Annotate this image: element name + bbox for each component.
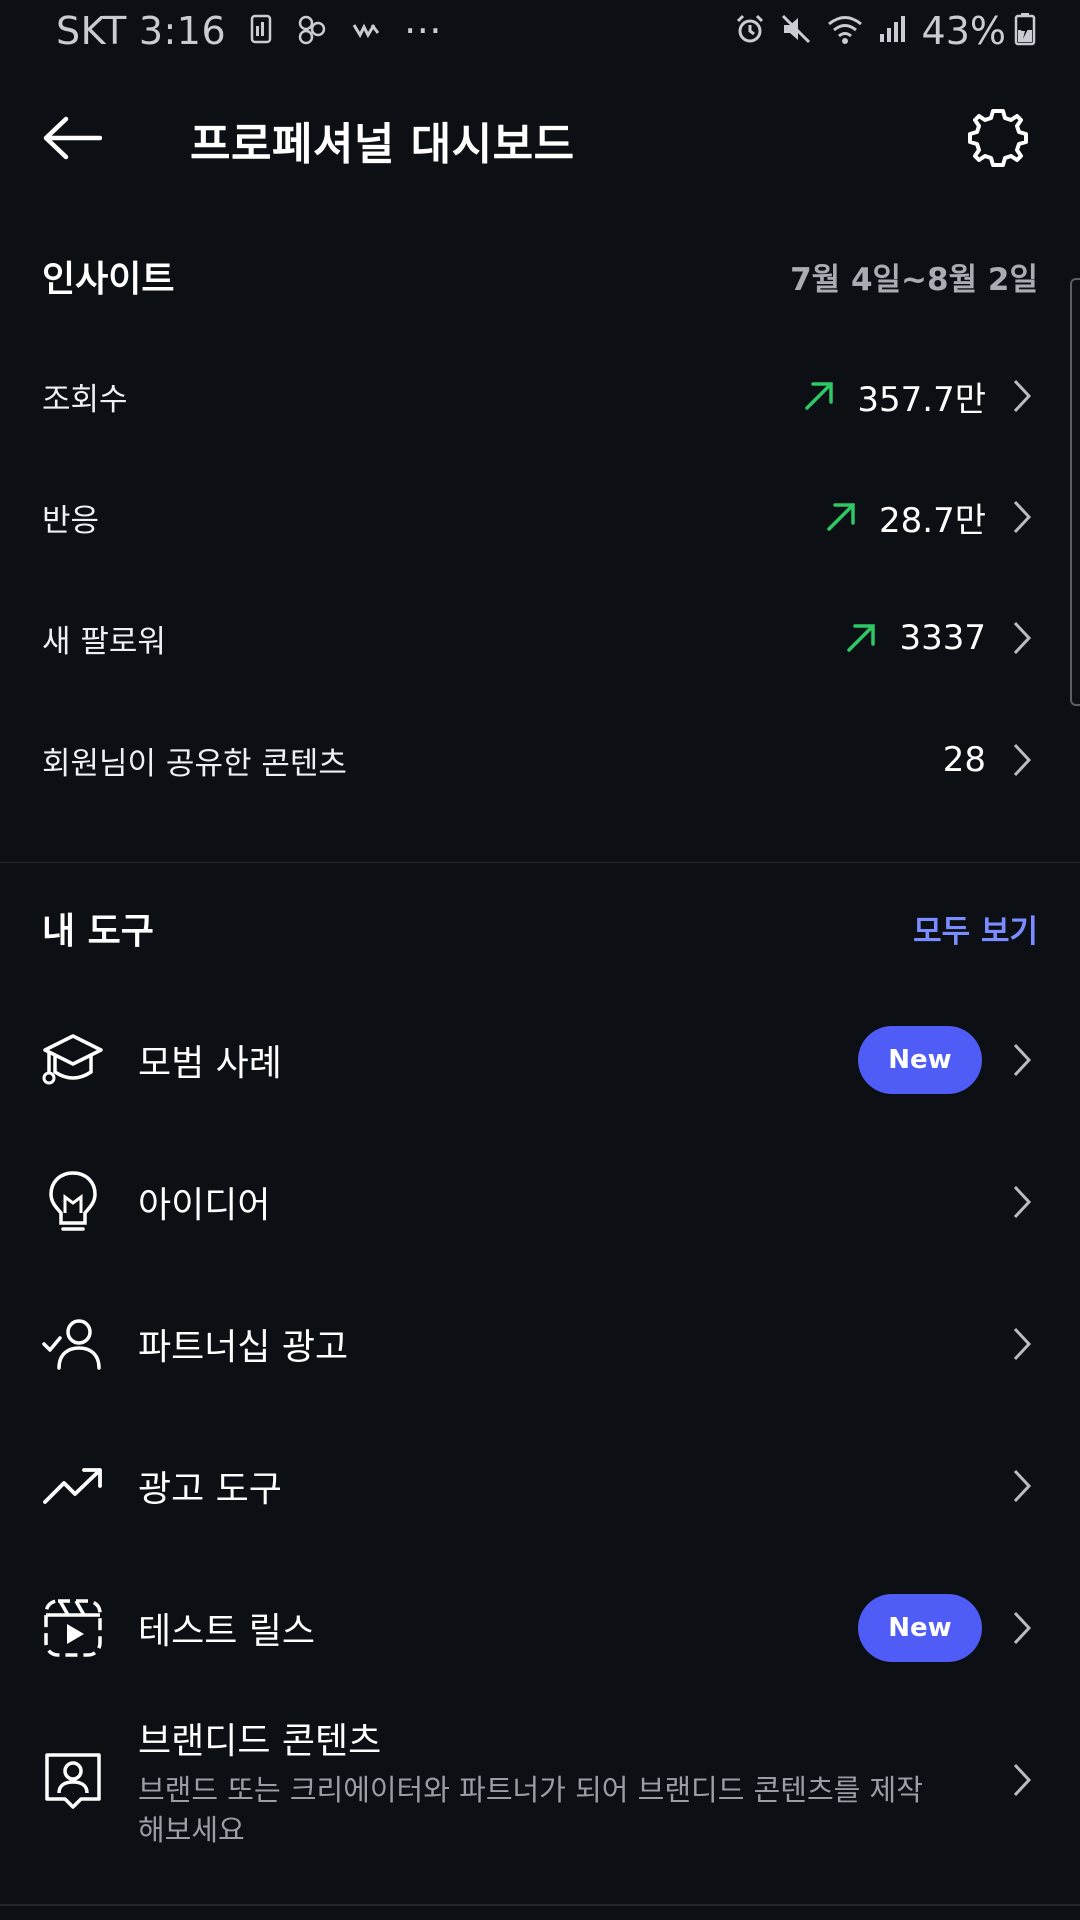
trend-up-icon bbox=[845, 622, 877, 654]
tool-item-ad-tools[interactable]: 광고 도구 bbox=[0, 1436, 1080, 1536]
graduation-cap-icon bbox=[40, 1027, 106, 1093]
metric-label: 조회수 bbox=[42, 381, 128, 418]
trend-up-icon bbox=[825, 501, 857, 533]
insights-title: 인사이트 bbox=[42, 259, 175, 300]
app-notification-icon bbox=[296, 13, 328, 49]
insights-header: 인사이트 7월 4일~8월 2일 bbox=[42, 250, 1038, 302]
tool-description: 브랜드 또는 크리에이터와 파트너가 되어 브랜디드 콘텐츠를 제작해보세요 bbox=[138, 1773, 923, 1847]
chevron-right-icon bbox=[1012, 1610, 1032, 1646]
battery-charging-icon bbox=[1014, 12, 1036, 50]
branded-content-icon bbox=[40, 1747, 106, 1813]
chevron-right-icon bbox=[1012, 1468, 1032, 1504]
chevron-right-icon bbox=[1012, 1042, 1032, 1078]
new-badge: New bbox=[858, 1594, 982, 1662]
tools-header: 내 도구 모두 보기 bbox=[42, 902, 1038, 954]
mute-icon bbox=[780, 13, 812, 49]
tool-item-partnership-ads[interactable]: 파트너십 광고 bbox=[0, 1294, 1080, 1394]
carrier-label: SKT bbox=[56, 9, 127, 53]
metric-value: 3337 bbox=[899, 618, 986, 658]
app-header: 프로페셔널 대시보드 bbox=[0, 88, 1080, 188]
metric-value: 357.7만 bbox=[857, 379, 986, 420]
bottom-divider bbox=[0, 1904, 1080, 1906]
chevron-right-icon bbox=[1012, 742, 1032, 778]
trending-up-icon bbox=[40, 1453, 106, 1519]
gear-icon bbox=[968, 109, 1028, 167]
lightbulb-icon bbox=[40, 1169, 106, 1235]
section-divider bbox=[0, 862, 1080, 863]
signal-icon bbox=[878, 14, 908, 48]
tool-label: 광고 도구 bbox=[138, 1469, 282, 1510]
chevron-right-icon bbox=[1012, 378, 1032, 414]
chevron-right-icon bbox=[1012, 1762, 1032, 1798]
sim-card-icon bbox=[250, 14, 272, 48]
see-all-link[interactable]: 모두 보기 bbox=[913, 906, 1038, 951]
more-notifications-icon: ··· bbox=[404, 9, 442, 53]
status-time: 3:16 bbox=[138, 9, 227, 53]
metric-row-new-followers[interactable]: 새 팔로워 3337 bbox=[0, 588, 1080, 688]
wifi-icon bbox=[826, 13, 864, 49]
alarm-icon bbox=[734, 13, 766, 49]
page-title: 프로페셔널 대시보드 bbox=[190, 119, 575, 170]
chevron-right-icon bbox=[1012, 1326, 1032, 1362]
chevron-right-icon bbox=[1012, 620, 1032, 656]
metric-row-reactions[interactable]: 반응 28.7만 bbox=[0, 467, 1080, 567]
metric-row-shared-content[interactable]: 회원님이 공유한 콘텐츠 28 bbox=[0, 710, 1080, 810]
new-badge: New bbox=[858, 1026, 982, 1094]
person-check-icon bbox=[40, 1311, 106, 1377]
date-range[interactable]: 7월 4일~8월 2일 bbox=[790, 254, 1038, 299]
back-button[interactable] bbox=[38, 110, 106, 166]
chevron-right-icon bbox=[1012, 499, 1032, 535]
metric-label: 새 팔로워 bbox=[42, 623, 166, 660]
tools-title: 내 도구 bbox=[42, 911, 154, 952]
tool-item-ideas[interactable]: 아이디어 bbox=[0, 1152, 1080, 1252]
metric-value: 28 bbox=[942, 740, 986, 780]
trend-up-icon bbox=[803, 380, 835, 412]
back-arrow-icon bbox=[43, 116, 102, 160]
metric-value: 28.7만 bbox=[879, 500, 986, 541]
metric-label: 반응 bbox=[42, 502, 100, 539]
tool-label: 브랜디드 콘텐츠 bbox=[138, 1721, 382, 1762]
tool-item-branded-content[interactable]: 브랜디드 콘텐츠 브랜드 또는 크리에이터와 파트너가 되어 브랜디드 콘텐츠를… bbox=[0, 1712, 1080, 1848]
reels-icon bbox=[40, 1595, 106, 1661]
battery-percent: 43% bbox=[921, 9, 1006, 53]
settings-button[interactable] bbox=[966, 106, 1030, 170]
scrollbar[interactable] bbox=[1070, 278, 1080, 706]
tool-label: 파트너십 광고 bbox=[138, 1327, 349, 1368]
tool-label: 테스트 릴스 bbox=[138, 1611, 316, 1652]
tool-label: 아이디어 bbox=[138, 1185, 271, 1226]
tool-label: 모범 사례 bbox=[138, 1043, 282, 1084]
metric-row-views[interactable]: 조회수 357.7만 bbox=[0, 346, 1080, 446]
tool-item-best-practices[interactable]: 모범 사례 New bbox=[0, 1010, 1080, 1110]
tool-item-test-reels[interactable]: 테스트 릴스 New bbox=[0, 1578, 1080, 1678]
metric-label: 회원님이 공유한 콘텐츠 bbox=[42, 745, 347, 782]
app-logo-icon bbox=[352, 19, 382, 43]
chevron-right-icon bbox=[1012, 1184, 1032, 1220]
status-bar: SKT 3:16 ··· 43% bbox=[0, 0, 1080, 62]
